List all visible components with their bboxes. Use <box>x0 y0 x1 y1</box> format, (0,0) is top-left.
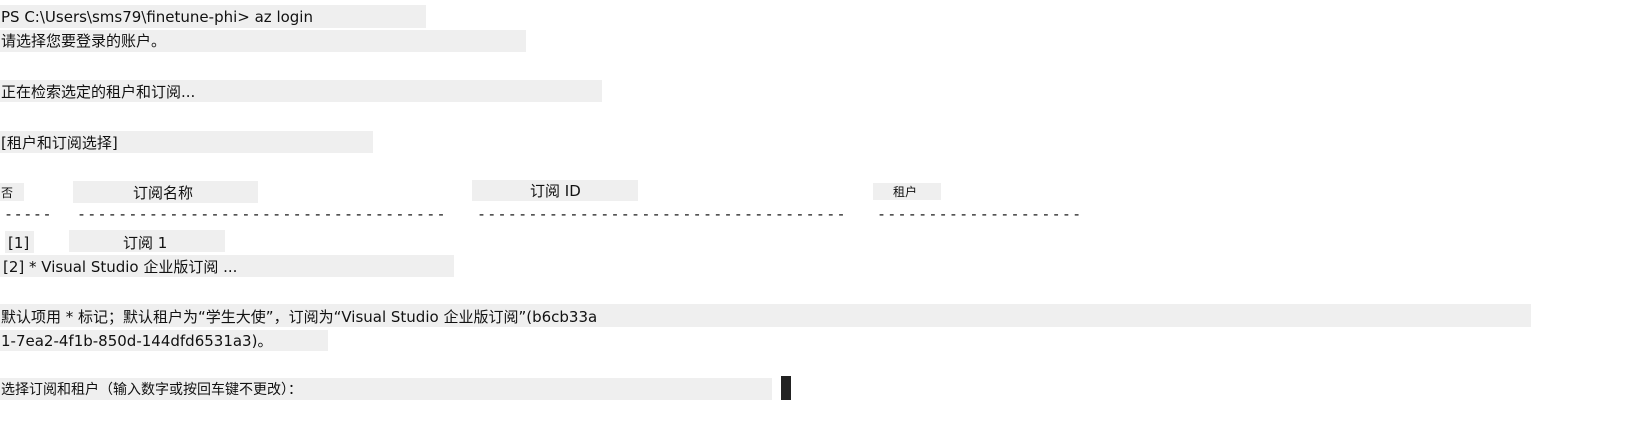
table-separator-tenant: -------------------- <box>877 205 1083 223</box>
table-row-2: [2] * Visual Studio 企业版订阅 ... <box>3 258 238 276</box>
table-separator-id: ------------------------------------ <box>477 205 847 223</box>
default-info-line-1: 默认项用 * 标记；默认租户为“学生大使”，订阅为“Visual Studio … <box>1 308 598 326</box>
table-header-no: 否 <box>1 186 14 200</box>
table-header-tenant: 租户 <box>893 185 918 199</box>
table-separator-no: ----- <box>4 205 53 223</box>
terminal-prompt: PS C:\Users\sms79\finetune-phi> az login <box>1 8 313 26</box>
table-separator-name: ------------------------------------ <box>77 205 447 223</box>
retrieving-line: 正在检索选定的租户和订阅... <box>1 83 196 101</box>
terminal-cursor[interactable] <box>781 376 791 400</box>
select-prompt: 选择订阅和租户（输入数字或按回车键不更改）： <box>1 382 302 398</box>
section-title: [租户和订阅选择] <box>1 134 118 152</box>
choose-account-line: 请选择您要登录的账户。 <box>1 32 167 50</box>
table-header-id: 订阅 ID <box>530 182 581 200</box>
table-row-1-no: [1] <box>8 234 30 252</box>
table-header-name: 订阅名称 <box>133 184 194 202</box>
table-row-1-name: 订阅 1 <box>123 234 168 252</box>
default-info-line-2: 1-7ea2-4f1b-850d-144dfd6531a3)。 <box>1 332 273 350</box>
